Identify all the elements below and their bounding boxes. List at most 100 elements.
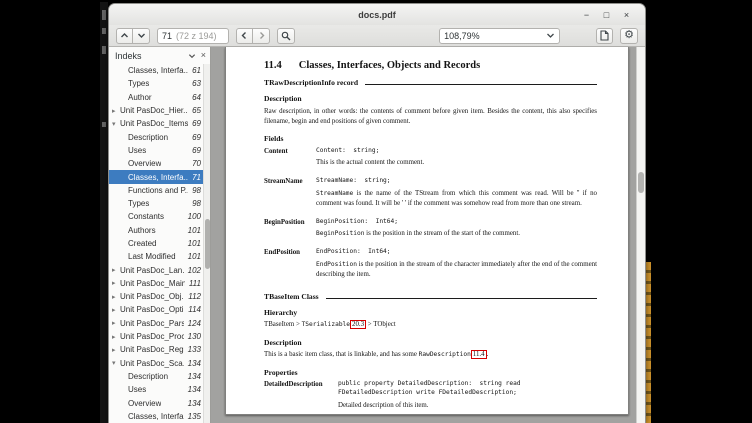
document-scrollbar[interactable] xyxy=(636,47,645,423)
index-entry[interactable]: ▸ Unit PasDoc_Reg 133 xyxy=(109,343,210,356)
index-entry-label: Classes, Interfa... xyxy=(128,66,188,75)
index-entry[interactable]: Classes, Interfa... 135 xyxy=(109,410,210,423)
expander-triangle-icon[interactable]: ▸ xyxy=(112,306,119,314)
field-description: EndPosition is the position in the strea… xyxy=(316,260,597,281)
expander-triangle-icon[interactable]: ▸ xyxy=(112,346,119,354)
index-entry[interactable]: Types 63 xyxy=(109,77,210,90)
index-entry[interactable]: Last Modified 101 xyxy=(109,250,210,263)
index-entry[interactable]: Overview 70 xyxy=(109,157,210,170)
next-page-button[interactable] xyxy=(133,28,150,44)
document-scrollbar-thumb[interactable] xyxy=(638,172,644,193)
index-entry-label: Uses xyxy=(128,146,146,155)
expander-triangle-icon[interactable]: ▸ xyxy=(112,279,119,287)
index-entry[interactable]: ▸ Unit PasDoc_Obj... 112 xyxy=(109,290,210,303)
sidebar-pane-selector-dropdown[interactable] xyxy=(188,52,196,60)
document-viewport[interactable]: 11.4 Classes, Interfaces, Objects and Re… xyxy=(211,47,645,423)
index-entry-page: 111 xyxy=(185,279,201,288)
field-name: Content xyxy=(264,147,316,171)
document-icon xyxy=(600,30,609,41)
index-entry[interactable]: Description 134 xyxy=(109,370,210,383)
index-entry-page: 71 xyxy=(188,173,201,182)
field-body: BeginPosition: Int64; BeginPosition is t… xyxy=(316,218,597,242)
search-button[interactable] xyxy=(277,28,295,44)
class-description-heading: Description xyxy=(264,338,597,347)
index-entry-page: 101 xyxy=(184,239,201,248)
sidebar-close-icon[interactable]: × xyxy=(201,51,206,60)
field-name: StreamName xyxy=(264,177,316,212)
previous-page-button[interactable] xyxy=(116,28,133,44)
page-number-input[interactable]: 71 (72 z 194) xyxy=(157,28,229,44)
index-entry[interactable]: ▸ Unit PasDoc_Parser 124 xyxy=(109,317,210,330)
field-declaration: EndPosition: Int64; xyxy=(316,248,597,257)
background-artifact xyxy=(102,10,106,20)
index-outline-list: Classes, Interfa... 61 Types 63 Author xyxy=(109,64,210,423)
document-properties-button[interactable] xyxy=(596,28,613,44)
index-entry[interactable]: ▸ Unit PasDoc_Proc... 130 xyxy=(109,330,210,343)
index-entry-label: Classes, Interfa... xyxy=(128,173,188,182)
chevron-up-icon xyxy=(120,31,129,40)
expander-triangle-icon[interactable]: ▸ xyxy=(112,333,119,341)
document-viewer-window: docs.pdf − □ × xyxy=(108,3,646,423)
index-entry-page: 134 xyxy=(184,372,201,381)
index-entry[interactable]: ▸ Unit PasDoc_Main 111 xyxy=(109,277,210,290)
index-entry-page: 134 xyxy=(184,385,201,394)
index-entry[interactable]: Classes, Interfa... 61 xyxy=(109,64,210,77)
fields-list: Content Content: string; This is the act… xyxy=(264,147,597,283)
record-title: TRawDescriptionInfo record xyxy=(264,78,358,87)
index-entry[interactable]: Description 69 xyxy=(109,130,210,143)
index-entry[interactable]: Constants 100 xyxy=(109,210,210,223)
index-entry[interactable]: Overview 134 xyxy=(109,396,210,409)
expander-triangle-icon[interactable]: ▾ xyxy=(112,359,119,367)
history-forward-button[interactable] xyxy=(253,28,270,44)
index-entry-label: Description xyxy=(128,372,168,381)
minimize-button[interactable]: − xyxy=(580,8,593,21)
index-entry[interactable]: Uses 69 xyxy=(109,144,210,157)
index-entry-label: Unit PasDoc_Main xyxy=(120,279,185,288)
history-back-button[interactable] xyxy=(236,28,253,44)
expander-triangle-icon[interactable]: ▸ xyxy=(112,319,119,327)
expander-triangle-icon[interactable]: ▸ xyxy=(112,266,119,274)
field-row: BeginPosition BeginPosition: Int64; Begi… xyxy=(264,218,597,242)
index-entry[interactable]: ▾ Unit PasDoc_Items 69 xyxy=(109,117,210,130)
class-description: This is a basic item class, that is link… xyxy=(264,350,597,360)
expander-triangle-icon[interactable]: ▸ xyxy=(112,107,119,115)
window-title: docs.pdf xyxy=(109,10,645,20)
index-entry[interactable]: Uses 134 xyxy=(109,383,210,396)
index-entry[interactable]: Authors 101 xyxy=(109,224,210,237)
pdf-page: 11.4 Classes, Interfaces, Objects and Re… xyxy=(225,47,629,415)
maximize-button[interactable]: □ xyxy=(600,8,613,21)
index-entry-label: Unit PasDoc_Parser xyxy=(120,319,184,328)
settings-button[interactable]: ⚙ xyxy=(620,28,638,44)
close-button[interactable]: × xyxy=(620,8,633,21)
gear-icon: ⚙ xyxy=(624,30,634,41)
index-entry-page: 101 xyxy=(184,226,201,235)
zoom-level-dropdown[interactable]: 108,79% xyxy=(439,28,560,44)
index-entry[interactable]: Author 64 xyxy=(109,91,210,104)
index-entry[interactable]: Types 98 xyxy=(109,197,210,210)
property-body: public property DetailedDescription: str… xyxy=(338,380,597,415)
index-entry[interactable]: ▸ Unit PasDoc_Opti... 114 xyxy=(109,303,210,316)
field-row: StreamName StreamName: string; StreamNam… xyxy=(264,177,597,212)
sidebar-scrollbar-thumb[interactable] xyxy=(205,219,210,269)
expander-triangle-icon[interactable]: ▾ xyxy=(112,120,119,128)
rule-line xyxy=(326,298,597,299)
description-heading: Description xyxy=(264,94,597,103)
index-entry[interactable]: ▾ Unit PasDoc_Sca... 134 xyxy=(109,357,210,370)
pdf-page-content: 11.4 Classes, Interfaces, Objects and Re… xyxy=(226,47,628,415)
field-description: BeginPosition is the position in the str… xyxy=(316,229,597,239)
index-entry[interactable]: ▸ Unit PasDoc_Lan... 102 xyxy=(109,263,210,276)
index-entry-label: Unit PasDoc_Items xyxy=(120,119,188,128)
property-name: DetailedDescription xyxy=(264,380,338,415)
field-name: EndPosition xyxy=(264,248,316,283)
index-entry[interactable]: Created 101 xyxy=(109,237,210,250)
class-title: TBaseItem Class xyxy=(264,292,319,301)
background-artifact xyxy=(102,122,106,127)
index-entry[interactable]: ▸ Unit PasDoc_Hier... 65 xyxy=(109,104,210,117)
field-row: Content Content: string; This is the act… xyxy=(264,147,597,171)
index-entry[interactable]: Functions and P... 98 xyxy=(109,184,210,197)
index-entry[interactable]: Classes, Interfa... 71 xyxy=(109,170,210,183)
sidebar-scrollbar[interactable] xyxy=(203,64,210,423)
field-body: StreamName: string; StreamName is the na… xyxy=(316,177,597,212)
titlebar[interactable]: docs.pdf − □ × xyxy=(109,4,645,25)
expander-triangle-icon[interactable]: ▸ xyxy=(112,293,119,301)
